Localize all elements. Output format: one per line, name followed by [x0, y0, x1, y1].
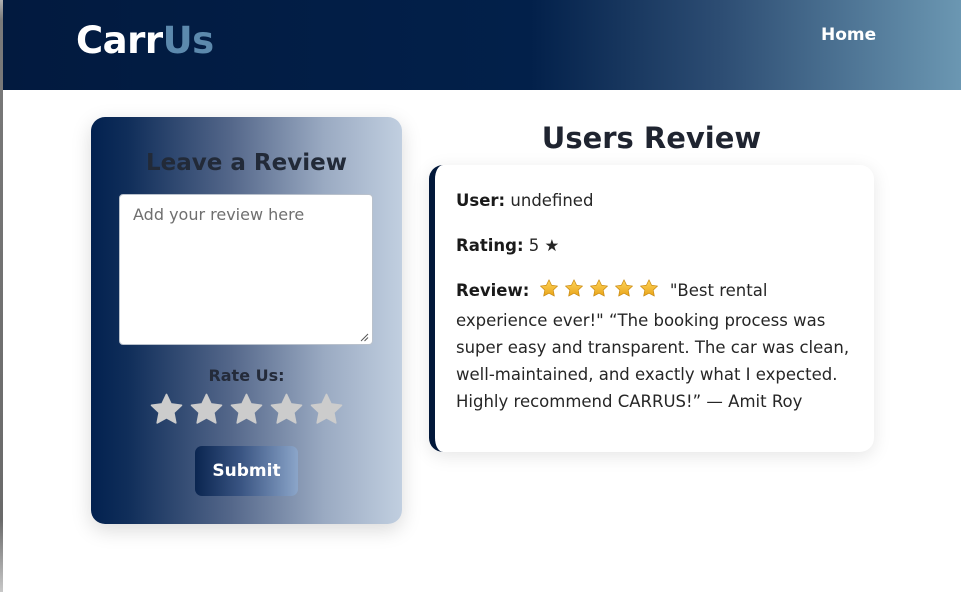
- star-emoji-icon: [589, 279, 608, 297]
- brand-text-primary: Carr: [76, 19, 163, 62]
- brand-logo[interactable]: CarrUs: [76, 19, 214, 63]
- brand-text-accent: Us: [162, 19, 215, 62]
- star-icon[interactable]: [228, 391, 265, 428]
- star-icon[interactable]: [268, 391, 305, 428]
- star-icon[interactable]: [188, 391, 225, 428]
- star-emoji-icon: [639, 279, 658, 297]
- rating-label: Rating:: [456, 236, 524, 255]
- star-emoji-icon: [614, 279, 633, 297]
- user-label: User:: [456, 191, 506, 210]
- review-label: Review:: [456, 281, 530, 300]
- users-review-title: Users Review: [541, 121, 762, 155]
- rate-us-label: Rate Us:: [208, 366, 285, 385]
- review-text-block: Review: "Best rental experience ever!" “…: [456, 277, 851, 415]
- star-icon[interactable]: [148, 391, 185, 428]
- star-emoji-icon: [539, 279, 558, 297]
- review-form-card: Leave a Review Rate Us: Submit: [91, 117, 402, 524]
- review-card: User: undefined Rating: 5 ★ Review: "Bes…: [429, 165, 874, 452]
- navbar: CarrUs Home: [3, 0, 961, 90]
- form-title: Leave a Review: [146, 150, 347, 176]
- user-value: undefined: [510, 191, 594, 210]
- review-rating-line: Rating: 5 ★: [456, 232, 559, 259]
- review-user-line: User: undefined: [456, 187, 593, 214]
- rating-value: 5 ★: [528, 236, 560, 255]
- rating-stars: [148, 391, 348, 429]
- star-icon[interactable]: [308, 391, 345, 428]
- nav-link-home[interactable]: Home: [821, 24, 876, 46]
- submit-button[interactable]: Submit: [195, 446, 298, 496]
- review-textarea[interactable]: [119, 194, 373, 345]
- review-stars: [538, 278, 663, 307]
- resize-handle-icon[interactable]: [359, 332, 369, 342]
- star-emoji-icon: [564, 279, 583, 297]
